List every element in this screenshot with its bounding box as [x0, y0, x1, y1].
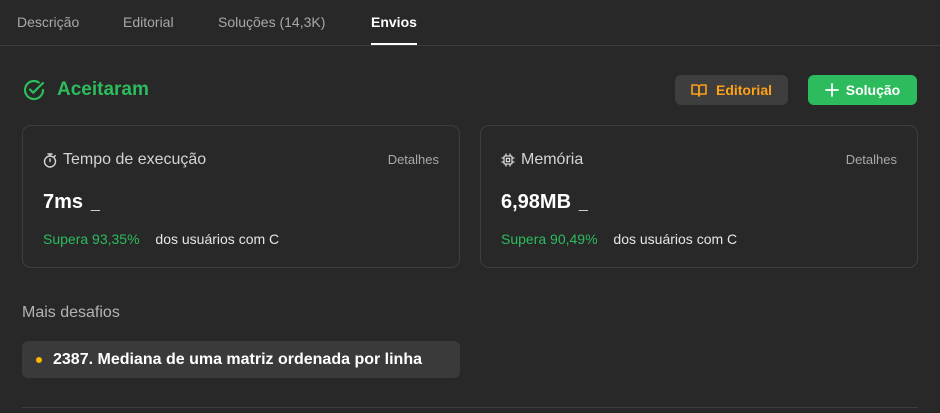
dot-icon: [36, 356, 42, 363]
chip-icon: [501, 153, 515, 167]
tab-editorial[interactable]: Editorial: [123, 14, 174, 45]
tab-description[interactable]: Descrição: [17, 14, 79, 45]
status-text: Aceitaram: [57, 79, 149, 100]
editorial-button[interactable]: Editorial: [675, 75, 788, 105]
plus-icon: [824, 83, 839, 97]
runtime-details-link[interactable]: Detalhes: [388, 152, 439, 167]
runtime-value-text: 7ms: [43, 191, 84, 213]
tab-solutions[interactable]: Soluções (14,3K): [218, 14, 325, 45]
runtime-card: Tempo de execução Detalhes 7ms _ Supera 9…: [22, 125, 460, 268]
memory-details-link[interactable]: Detalhes: [846, 152, 897, 167]
runtime-beats: Supera 93,35% dos usuários com C: [43, 231, 279, 247]
memory-card: Memória Detalhes 6,98MB _ Supera 90,49% d…: [480, 125, 918, 268]
memory-value: 6,98MB _: [501, 191, 588, 214]
memory-value-text: 6,98MB: [501, 191, 572, 213]
add-solution-button[interactable]: Solução: [808, 75, 917, 105]
runtime-beats-percent: Supera 93,35%: [43, 231, 140, 247]
runtime-card-header: Tempo de execução: [43, 151, 206, 169]
book-icon: [691, 83, 707, 97]
memory-beats-users: dos usuários com C: [613, 231, 738, 247]
submission-status: Aceitaram: [22, 78, 149, 102]
submission-result-page: Descrição Editorial Soluções (14,3K) Env…: [0, 0, 940, 413]
check-circle-icon: [23, 79, 45, 101]
more-challenges-title: Mais desafios: [22, 304, 120, 321]
divider: [22, 407, 918, 408]
memory-title: Memória: [521, 151, 584, 168]
challenge-item[interactable]: 2387. Mediana de uma matriz ordenada por…: [22, 341, 460, 378]
tab-submissions[interactable]: Envios: [371, 14, 417, 45]
stopwatch-icon: [43, 152, 57, 168]
editorial-button-label: Editorial: [715, 82, 772, 98]
memory-card-header: Memória: [501, 151, 583, 169]
challenge-item-label: 2387. Mediana de uma matriz ordenada por…: [53, 350, 422, 368]
memory-beats: Supera 90,49% dos usuários com C: [501, 231, 737, 247]
runtime-value: 7ms _: [43, 191, 100, 214]
tab-bar: Descrição Editorial Soluções (14,3K) Env…: [0, 0, 940, 46]
memory-beats-percent: Supera 90,49%: [501, 231, 598, 247]
runtime-title: Tempo de execução: [63, 151, 207, 168]
add-solution-button-label: Solução: [845, 82, 901, 98]
memory-value-suffix: _: [579, 195, 588, 212]
runtime-beats-users: dos usuários com C: [155, 231, 280, 247]
runtime-value-suffix: _: [91, 195, 100, 212]
